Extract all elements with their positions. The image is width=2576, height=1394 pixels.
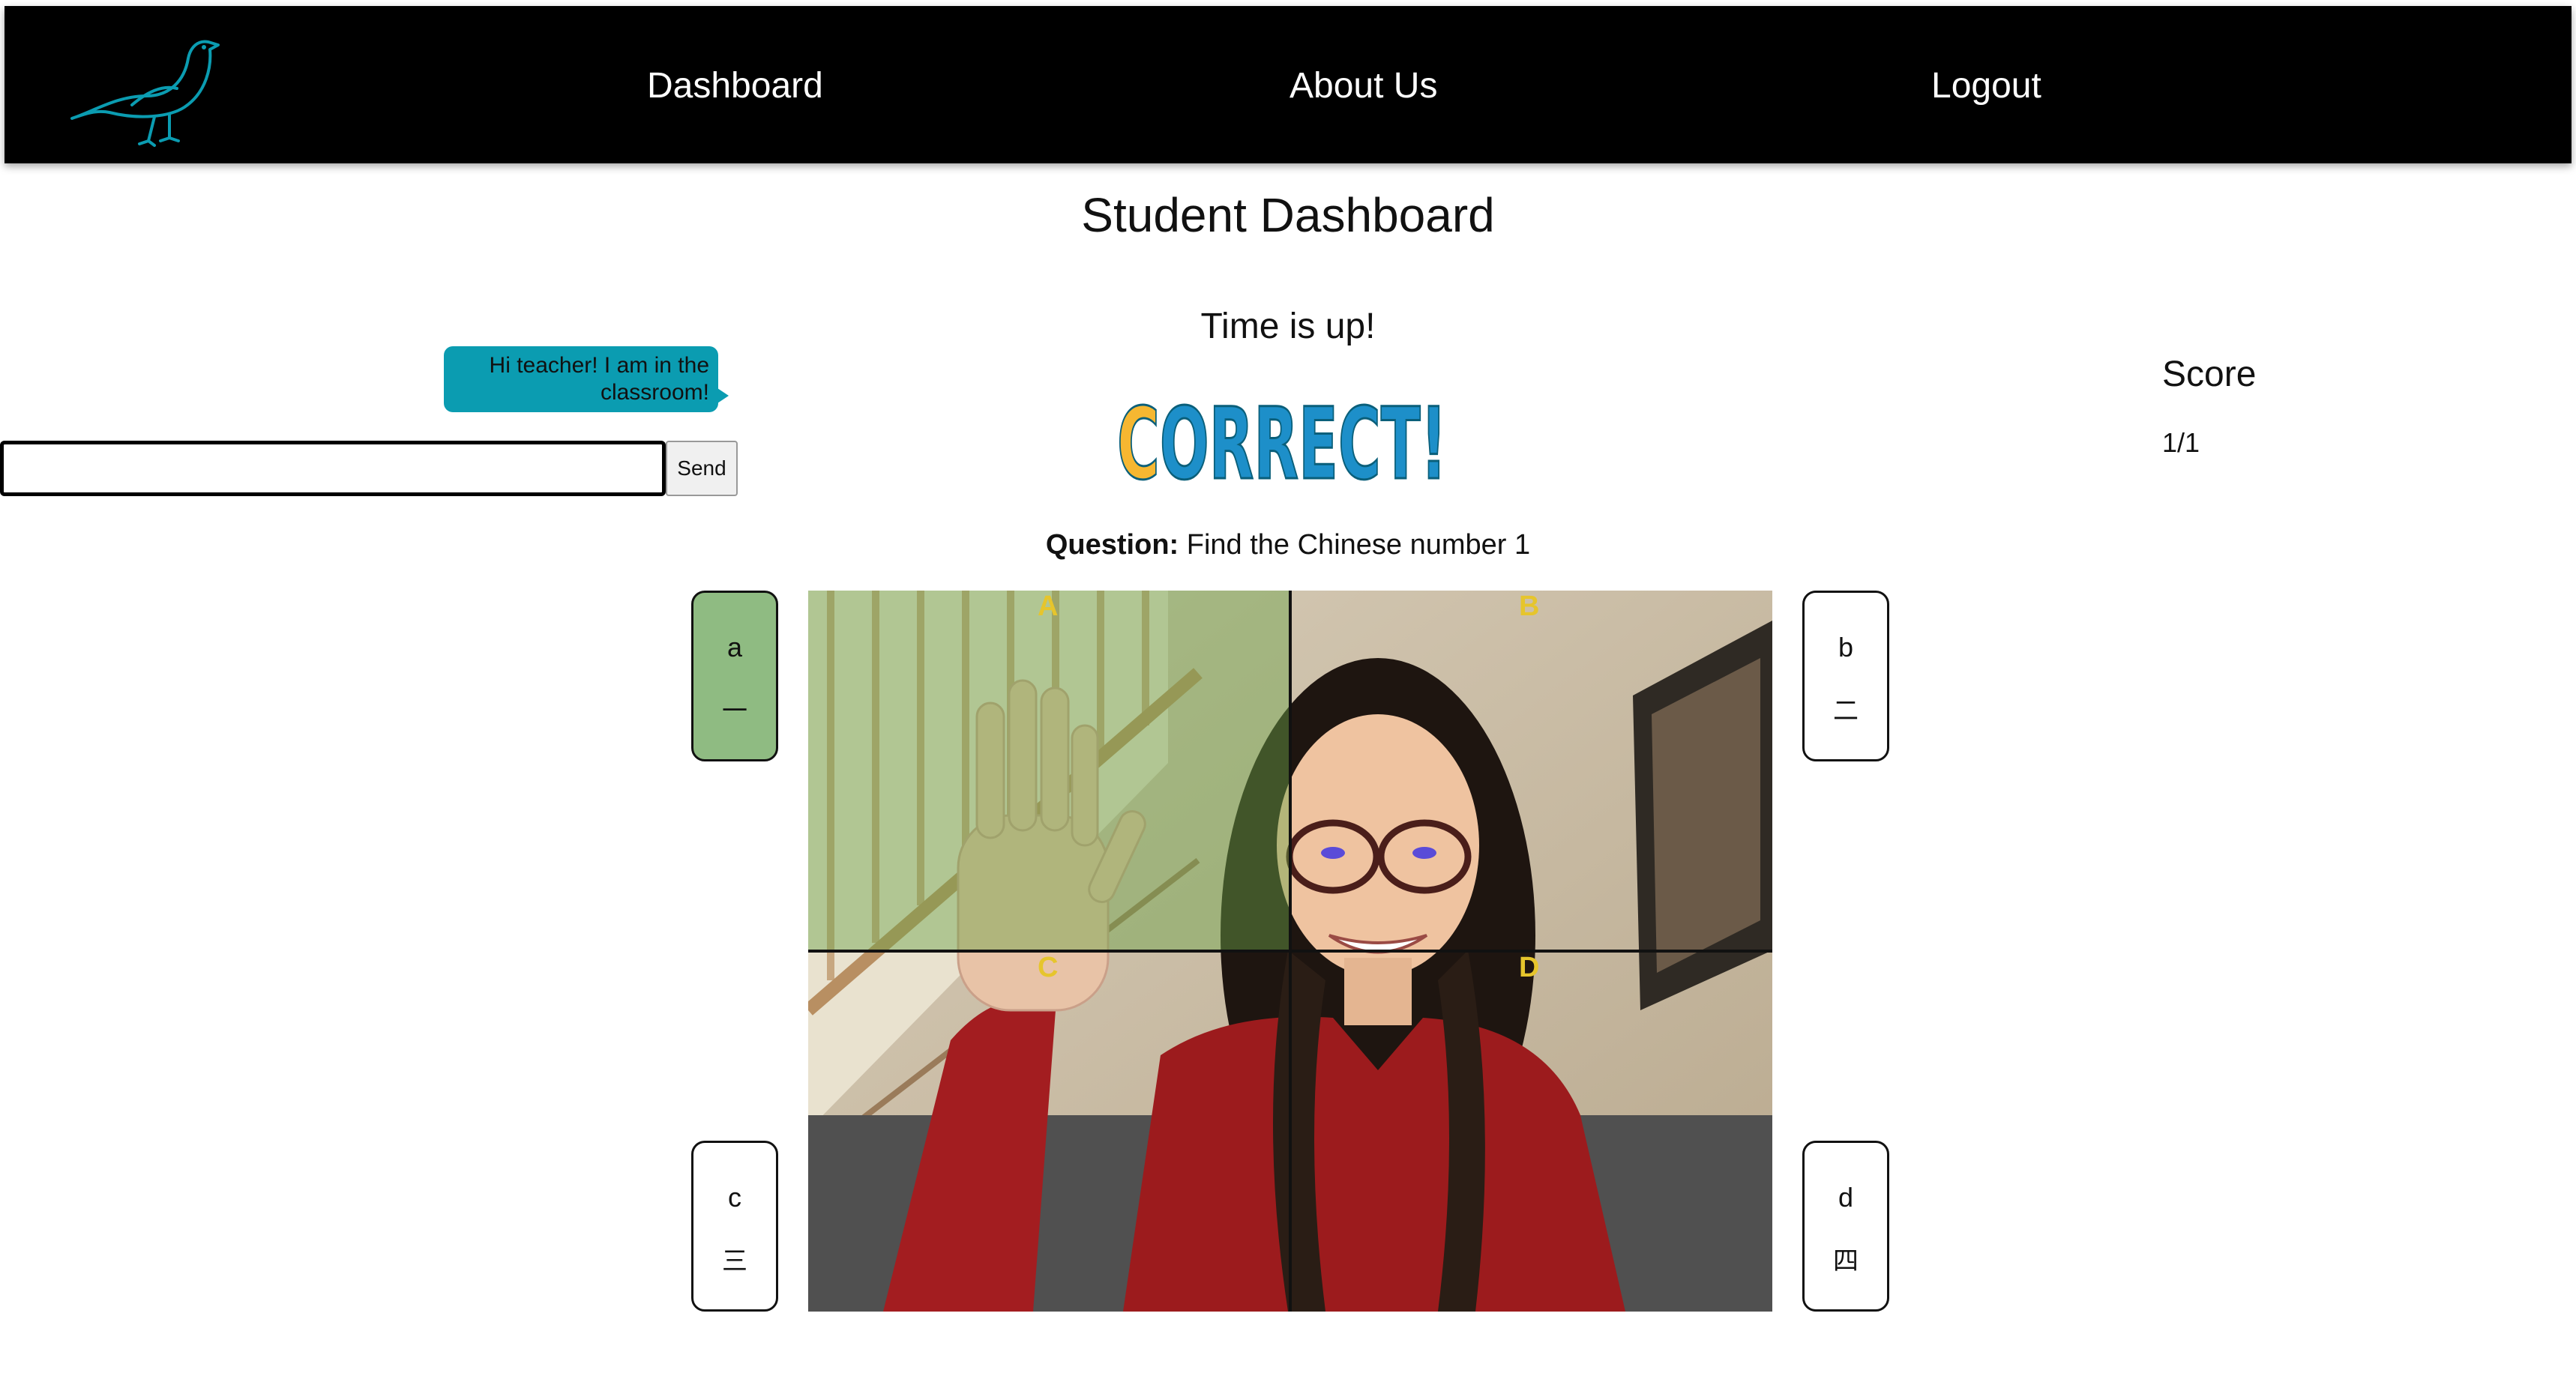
score-label: Score <box>2162 354 2257 394</box>
page-title: Student Dashboard <box>1081 188 1495 242</box>
answer-character: 四 <box>1833 1247 1859 1276</box>
correct-result-banner: CORRECT! <box>1117 397 1448 491</box>
answer-letter: c <box>728 1182 741 1213</box>
quadrant-label-b: B <box>1519 591 1540 622</box>
answer-card-c[interactable]: c 三 <box>691 1141 778 1312</box>
quadrant-label-c: C <box>1038 952 1059 983</box>
question-text: Question: Find the Chinese number 1 <box>0 529 2576 561</box>
nav-link-logout[interactable]: Logout <box>1931 66 2041 106</box>
answer-letter: d <box>1838 1182 1854 1213</box>
answer-card-a[interactable]: a 一 <box>691 591 778 761</box>
top-navbar: Dashboard About Us Logout <box>4 6 2572 163</box>
quadrant-label-a: A <box>1038 591 1059 622</box>
answer-character: 三 <box>722 1247 747 1276</box>
answer-letter: b <box>1838 632 1854 663</box>
webcam-scene <box>808 591 1772 1312</box>
question-label: Question: <box>1045 529 1179 561</box>
score-value: 1/1 <box>2162 427 2200 458</box>
answer-character: 二 <box>1833 697 1859 725</box>
webcam-video-feed: A B C D <box>808 591 1772 1312</box>
answer-card-d[interactable]: d 四 <box>1802 1141 1889 1312</box>
correct-first-letter: C <box>1117 397 1160 491</box>
nav-link-about-us[interactable]: About Us <box>1289 66 1437 106</box>
answer-character: 一 <box>722 697 747 725</box>
send-button[interactable]: Send <box>666 441 738 496</box>
quadrant-label-d: D <box>1519 952 1540 983</box>
nav-link-dashboard[interactable]: Dashboard <box>647 66 823 106</box>
chat-message-bubble: Hi teacher! I am in the classroom! <box>444 346 729 412</box>
correct-rest-letters: ORRECT! <box>1160 397 1447 491</box>
chat-input[interactable] <box>0 441 666 496</box>
answer-letter: a <box>726 632 743 663</box>
answer-card-b[interactable]: b 二 <box>1802 591 1889 761</box>
svg-text:CORRECT!: CORRECT! <box>1117 397 1447 491</box>
bird-logo-icon[interactable] <box>64 21 222 148</box>
question-prompt: Find the Chinese number 1 <box>1186 529 1531 561</box>
timer-status: Time is up! <box>1200 307 1376 346</box>
